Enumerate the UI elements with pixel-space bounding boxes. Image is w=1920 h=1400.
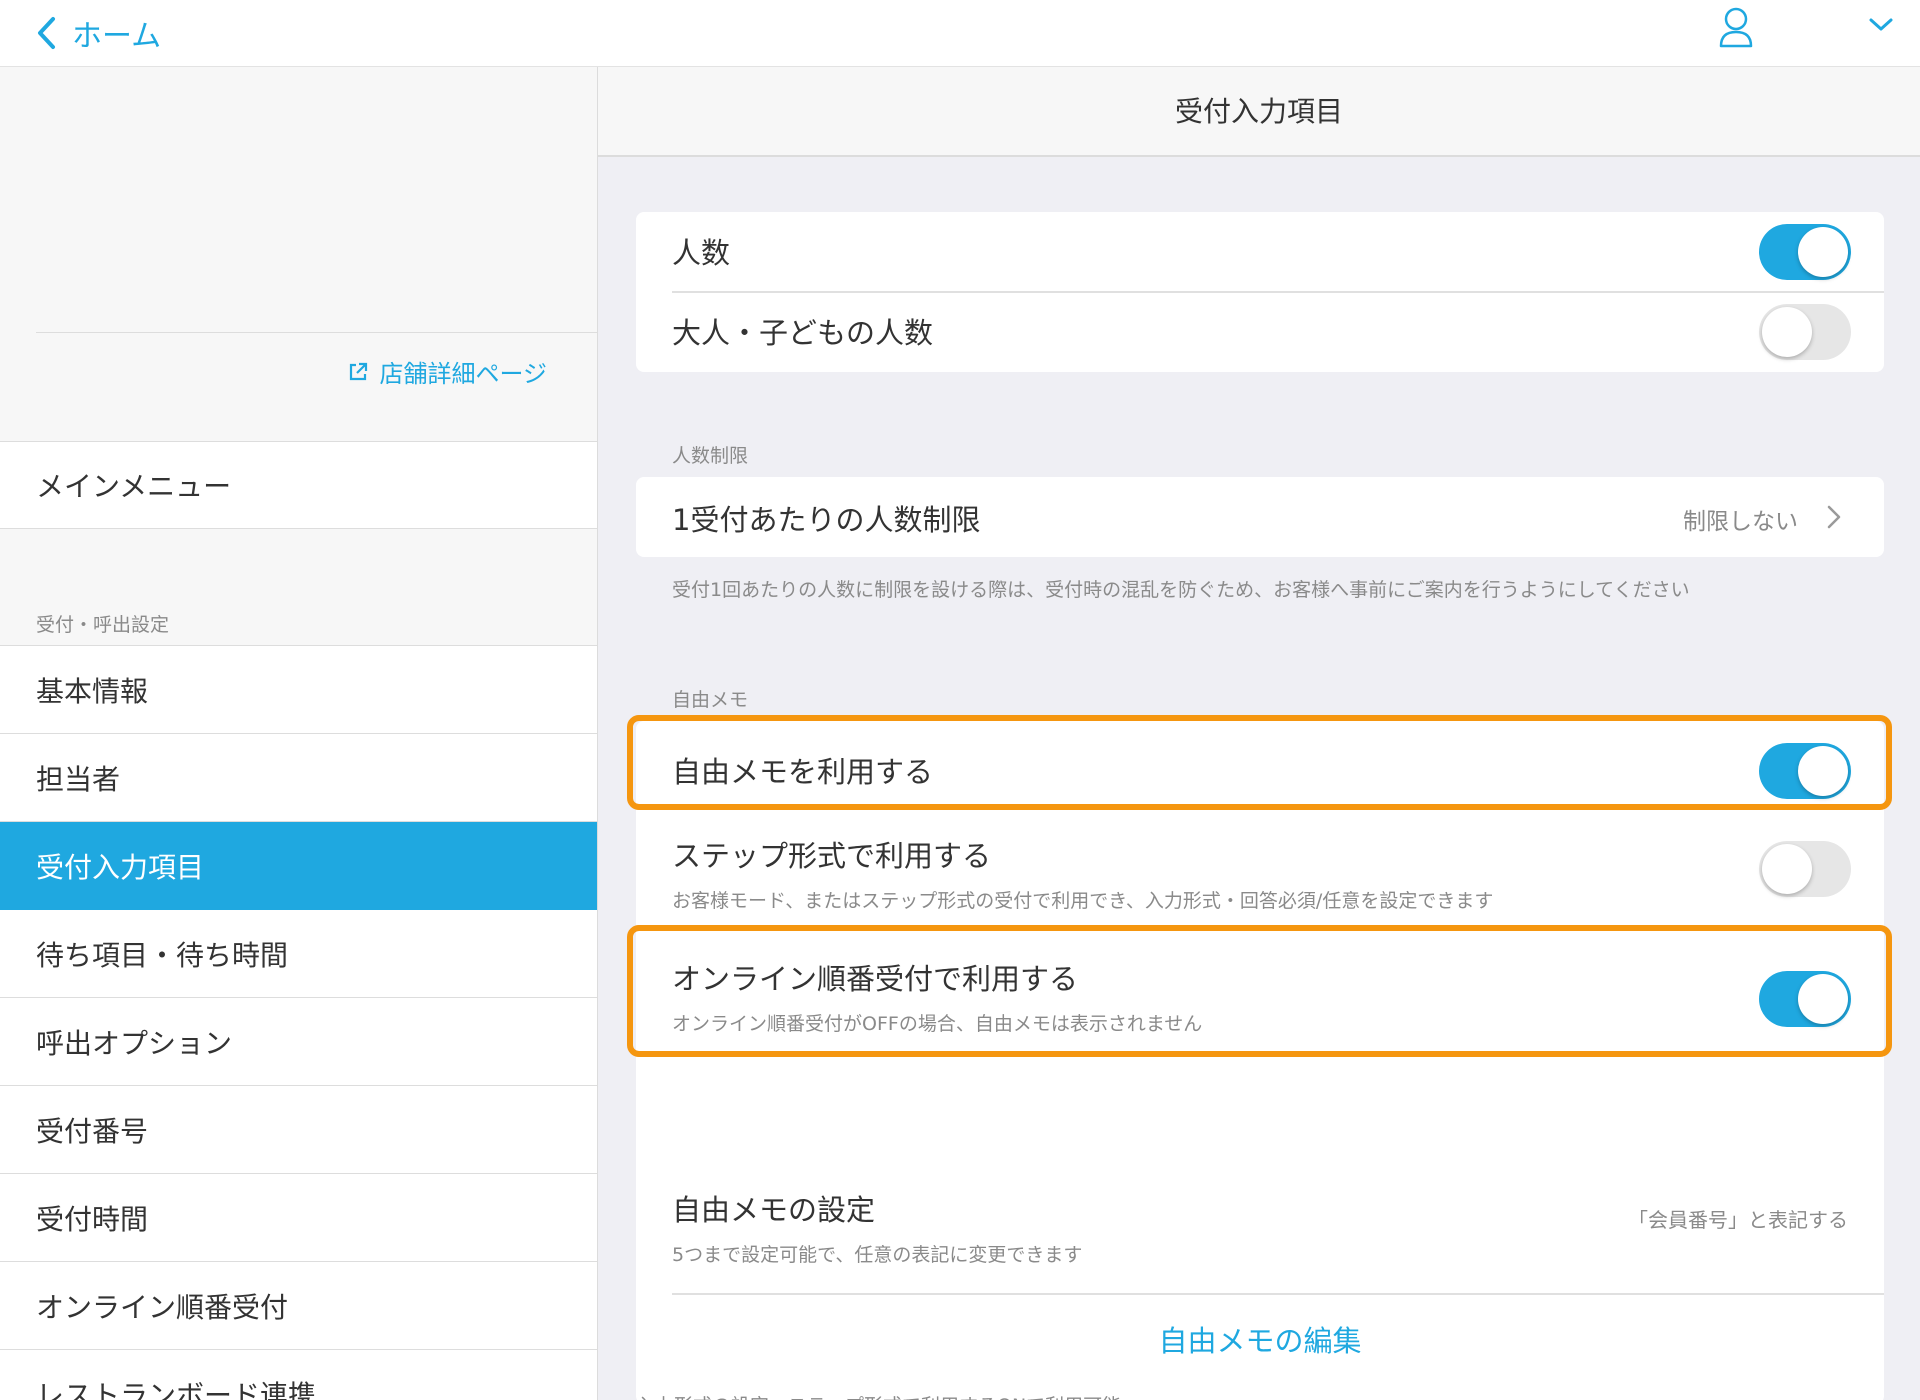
back-button[interactable]: ホーム bbox=[36, 8, 161, 58]
user-icon[interactable] bbox=[1718, 6, 1754, 52]
sidebar-item-restaurant-board[interactable]: レストランボード連携 bbox=[0, 1350, 597, 1400]
sidebar-item-reception-time[interactable]: 受付時間 bbox=[0, 1174, 597, 1262]
main-menu-item[interactable]: メインメニュー bbox=[0, 441, 597, 529]
sidebar-item-label: 担当者 bbox=[36, 762, 121, 796]
sidebar-item-label: 受付時間 bbox=[36, 1202, 149, 1236]
people-limit-row[interactable]: 1受付あたりの人数制限 制限しない bbox=[636, 477, 1884, 557]
toggle-knob bbox=[1798, 746, 1848, 796]
free-memo-card: 自由メモを利用する ステップ形式で利用する お客様モード、またはステップ形式の受… bbox=[636, 721, 1884, 1126]
people-limit-value: 制限しない bbox=[1683, 509, 1798, 535]
page-title: 受付入力項目 bbox=[598, 67, 1920, 157]
sidebar-section-label: 受付・呼出設定 bbox=[36, 614, 170, 636]
divider bbox=[672, 1293, 1884, 1295]
memo-settings-row[interactable]: 自由メモの設定 5つまで設定可能で、任意の表記に変更できます 「会員番号」と表記… bbox=[636, 1092, 1884, 1294]
online-description: オンライン順番受付がOFFの場合、自由メモは表示されません bbox=[672, 1013, 1203, 1035]
step-format-label: ステップ形式で利用する bbox=[672, 839, 992, 873]
external-link-icon bbox=[350, 362, 368, 380]
memo-settings-label: 自由メモの設定 bbox=[672, 1193, 876, 1227]
memo-settings-description: 5つまで設定可能で、任意の表記に変更できます bbox=[672, 1244, 1083, 1266]
adult-child-toggle[interactable] bbox=[1759, 304, 1851, 360]
bottom-note: 入力形式の設定：ステップ形式で利用するONで利用可能 bbox=[636, 1391, 1121, 1400]
sidebar-item-label: 待ち項目・待ち時間 bbox=[36, 938, 289, 972]
edit-memo-button[interactable]: 自由メモの編集 bbox=[636, 1318, 1884, 1360]
sidebar-item-label: レストランボード連携 bbox=[36, 1378, 317, 1400]
store-link-label: 店舗詳細ページ bbox=[379, 360, 547, 388]
sidebar-item-wait-items[interactable]: 待ち項目・待ち時間 bbox=[0, 910, 597, 998]
sidebar-item-call-options[interactable]: 呼出オプション bbox=[0, 998, 597, 1086]
toggle-knob bbox=[1798, 974, 1848, 1024]
sidebar-list: 基本情報 担当者 受付入力項目 待ち項目・待ち時間 呼出オプション 受付番号 受… bbox=[0, 645, 597, 1400]
back-label: ホーム bbox=[72, 19, 162, 54]
sidebar-item-basic-info[interactable]: 基本情報 bbox=[0, 646, 597, 734]
chevron-left-icon bbox=[38, 17, 55, 49]
toggle-knob bbox=[1798, 227, 1848, 277]
online-label: オンライン順番受付で利用する bbox=[672, 962, 1079, 996]
section-label-free-memo: 自由メモ bbox=[672, 689, 749, 711]
chevron-right-icon bbox=[1827, 505, 1841, 529]
people-limit-label: 1受付あたりの人数制限 bbox=[672, 503, 981, 537]
people-toggle[interactable] bbox=[1759, 224, 1851, 280]
sidebar-item-reception-fields[interactable]: 受付入力項目 bbox=[0, 822, 597, 910]
sidebar-item-staff[interactable]: 担当者 bbox=[0, 734, 597, 822]
chevron-down-icon[interactable] bbox=[1868, 14, 1894, 38]
online-toggle[interactable] bbox=[1759, 971, 1851, 1027]
sidebar-item-label: 基本情報 bbox=[36, 674, 149, 708]
top-bar: ホーム bbox=[0, 0, 1920, 67]
step-format-toggle[interactable] bbox=[1759, 841, 1851, 897]
people-label: 人数 bbox=[672, 236, 731, 270]
toggle-knob bbox=[1762, 844, 1812, 894]
memo-settings-value: 「会員番号」と表記する bbox=[1628, 1208, 1848, 1232]
sidebar-item-label: 受付入力項目 bbox=[36, 850, 205, 884]
toggle-knob bbox=[1762, 307, 1812, 357]
people-card: 人数 大人・子どもの人数 bbox=[636, 212, 1884, 372]
memo-settings-card: 自由メモの設定 5つまで設定可能で、任意の表記に変更できます 「会員番号」と表記… bbox=[636, 1092, 1884, 1400]
people-limit-note: 受付1回あたりの人数に制限を設ける際は、受付時の混乱を防ぐため、お客様へ事前にご… bbox=[672, 579, 1690, 601]
sidebar: 店舗詳細ページ メインメニュー 受付・呼出設定 基本情報 担当者 受付入力項目 … bbox=[0, 67, 598, 1400]
main-menu-label: メインメニュー bbox=[36, 470, 232, 503]
step-format-description: お客様モード、またはステップ形式の受付で利用でき、入力形式・回答必須/任意を設定… bbox=[672, 890, 1494, 912]
use-memo-label: 自由メモを利用する bbox=[672, 755, 934, 789]
sidebar-item-reception-number[interactable]: 受付番号 bbox=[0, 1086, 597, 1174]
sidebar-item-label: 呼出オプション bbox=[36, 1026, 233, 1060]
store-detail-link[interactable]: 店舗詳細ページ bbox=[347, 354, 547, 389]
divider bbox=[672, 291, 1884, 293]
section-label-people-limit: 人数制限 bbox=[672, 445, 749, 467]
divider bbox=[36, 332, 597, 333]
sidebar-item-online-queue[interactable]: オンライン順番受付 bbox=[0, 1262, 597, 1350]
sidebar-item-label: 受付番号 bbox=[36, 1114, 149, 1148]
content-pane: 受付入力項目 人数 大人・子どもの人数 人数制限 1受付あたりの人数制限 制限し… bbox=[598, 67, 1920, 1400]
use-memo-toggle[interactable] bbox=[1759, 743, 1851, 799]
sidebar-item-label: オンライン順番受付 bbox=[36, 1290, 289, 1324]
adult-child-label: 大人・子どもの人数 bbox=[672, 316, 934, 350]
